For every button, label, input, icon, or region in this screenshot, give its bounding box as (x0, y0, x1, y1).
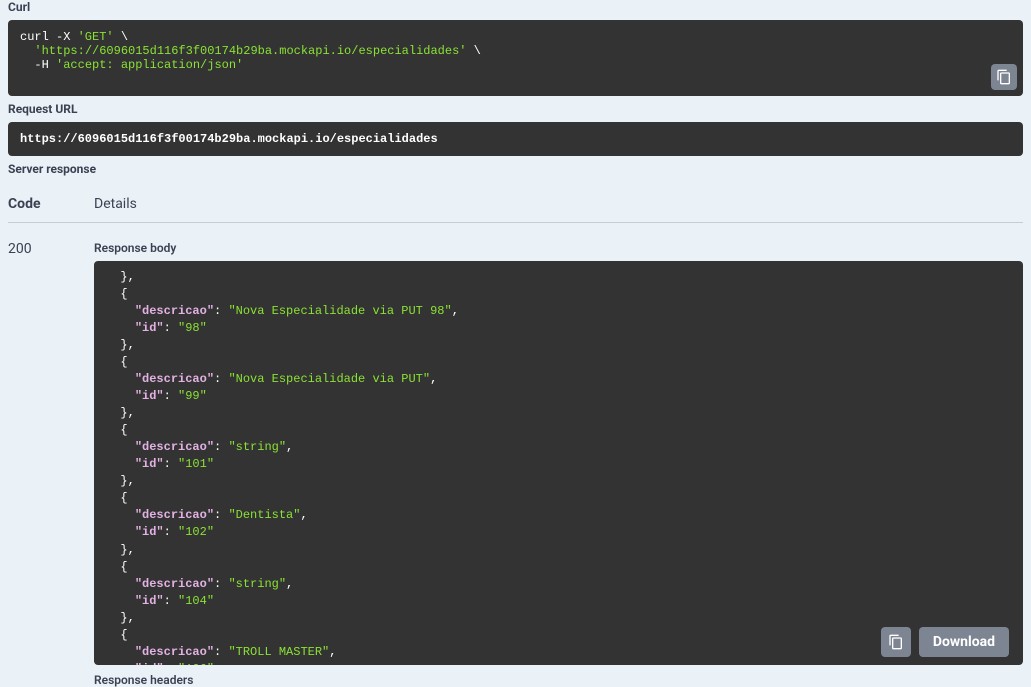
details-column-header: Details (94, 196, 1023, 212)
curl-indent2: -H (20, 58, 56, 72)
details-column: Response body }, { "descricao": "Nova Es… (94, 241, 1023, 687)
curl-bs1: \ (114, 30, 128, 44)
response-footer: Download (881, 627, 1009, 657)
request-url-block: https://6096015d116f3f00174b29ba.mockapi… (8, 122, 1023, 156)
copy-curl-button[interactable] (991, 64, 1017, 90)
curl-code-block: curl -X 'GET' \ 'https://6096015d116f3f0… (8, 20, 1023, 96)
copy-response-button[interactable] (881, 627, 911, 657)
curl-bs2: \ (466, 44, 480, 58)
curl-header: 'accept: application/json' (56, 58, 243, 72)
download-button[interactable]: Download (919, 627, 1009, 657)
clipboard-icon (888, 634, 904, 650)
response-body-container: }, { "descricao": "Nova Especialidade vi… (94, 261, 1023, 665)
server-response-heading: Server response (8, 162, 1023, 176)
response-body-pre[interactable]: }, { "descricao": "Nova Especialidade vi… (94, 261, 1023, 665)
curl-indent1 (20, 44, 34, 58)
response-table-header: Code Details (8, 182, 1023, 223)
clipboard-icon (996, 69, 1012, 85)
response-table-row: 200 Response body }, { "descricao": "Nov… (8, 223, 1023, 687)
response-body-label: Response body (94, 241, 1023, 255)
curl-method: 'GET' (78, 30, 114, 44)
request-url-heading: Request URL (8, 102, 1023, 116)
curl-heading: Curl (8, 0, 1023, 14)
response-headers-label: Response headers (94, 673, 1023, 687)
code-column-header: Code (8, 196, 94, 212)
status-code: 200 (8, 241, 94, 687)
curl-prefix: curl -X (20, 30, 78, 44)
curl-url: 'https://6096015d116f3f00174b29ba.mockap… (34, 44, 466, 58)
